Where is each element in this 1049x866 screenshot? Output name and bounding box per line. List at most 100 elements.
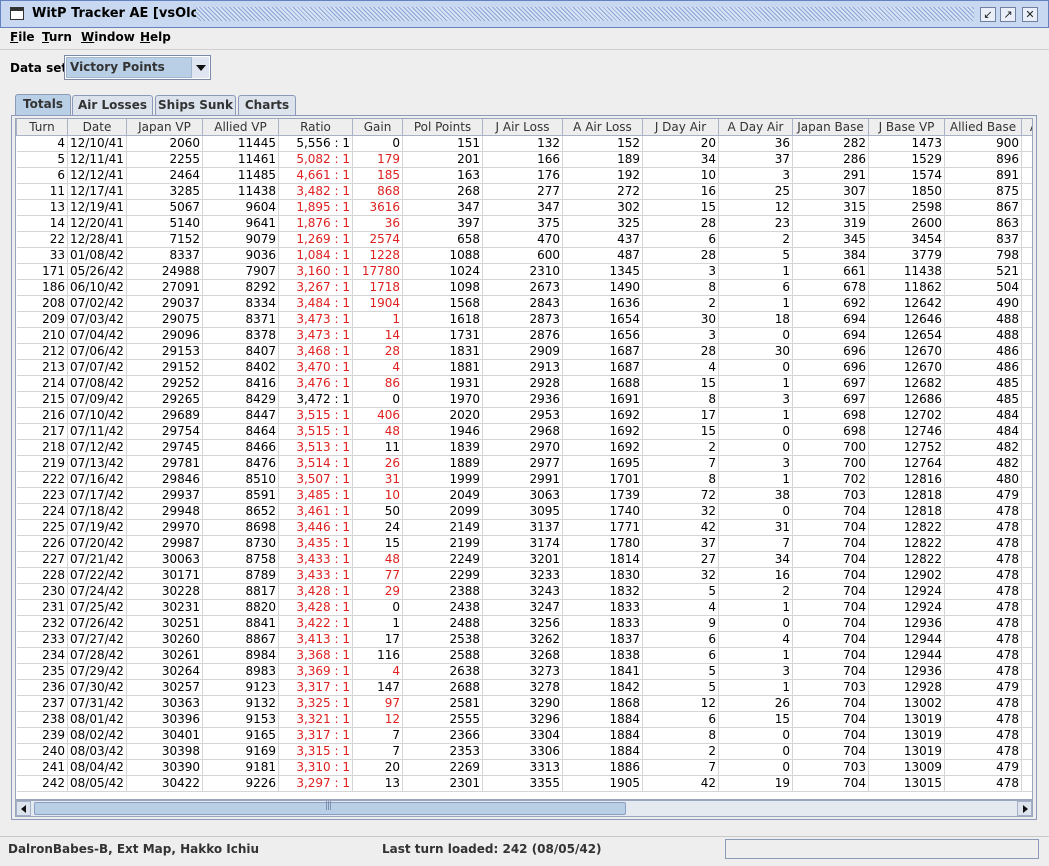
column-header[interactable]: Allied VP <box>202 119 279 136</box>
table-row[interactable]: 218 07/12/42 29745 8466 3,513 : 1 11 1839 2970 1… <box>16 439 1032 456</box>
column-header[interactable]: Japan Base <box>792 119 869 136</box>
table-cell: 0 <box>718 759 793 776</box>
table-cell: 12928 <box>868 679 945 696</box>
column-header[interactable]: Date <box>67 119 127 136</box>
table-row[interactable]: 223 07/17/42 29937 8591 3,485 : 1 10 2049 3063 1… <box>16 487 1032 504</box>
table-cell: 1228 <box>352 247 403 264</box>
table-cell: 478 <box>944 727 1022 744</box>
table-row[interactable]: 186 06/10/42 27091 8292 3,267 : 1 1718 1098 267… <box>16 279 1032 296</box>
table-cell: 12682 <box>868 375 945 392</box>
table-cell <box>1021 327 1032 344</box>
table-cell: 3095 <box>482 503 563 520</box>
close-icon[interactable]: ✕ <box>1022 7 1038 22</box>
table-row[interactable]: 208 07/02/42 29037 8334 3,484 : 1 1904 1568 284… <box>16 295 1032 312</box>
table-row[interactable]: 234 07/28/42 30261 8984 3,368 : 1 116 2588 3268… <box>16 647 1032 664</box>
table-cell: 2913 <box>482 359 563 376</box>
table-cell: 704 <box>792 535 869 552</box>
column-header[interactable]: A Air Loss <box>562 119 643 136</box>
column-header[interactable]: A Day Air <box>718 119 793 136</box>
table-row[interactable]: 241 08/04/42 30390 9181 3,310 : 1 20 2269 3313 1… <box>16 759 1032 776</box>
table-row[interactable]: 215 07/09/42 29265 8429 3,472 : 1 0 1970 2936 16… <box>16 391 1032 408</box>
table-row[interactable]: 240 08/03/42 30398 9169 3,315 : 1 7 2353 3306 18… <box>16 743 1032 760</box>
tab-air-losses[interactable]: Air Losses <box>72 95 153 115</box>
minimize-icon[interactable]: ↙ <box>980 7 996 22</box>
column-header[interactable]: Japan VP <box>126 119 203 136</box>
scroll-right-arrow-icon[interactable] <box>1017 801 1032 816</box>
table-cell: 13019 <box>868 727 945 744</box>
table-row[interactable]: 238 08/01/42 30396 9153 3,321 : 1 12 2555 3296 1… <box>16 711 1032 728</box>
maximize-icon[interactable]: ↗ <box>1000 7 1016 22</box>
table-row[interactable]: 231 07/25/42 30231 8820 3,428 : 1 0 2438 3247 18… <box>16 599 1032 616</box>
table-cell <box>1021 503 1032 520</box>
menu-help[interactable]: Help <box>140 30 171 44</box>
menu-turn[interactable]: Turn <box>42 30 72 44</box>
table-row[interactable]: 227 07/21/42 30063 8758 3,433 : 1 48 2249 3201 1… <box>16 551 1032 568</box>
column-header[interactable]: J Base VP <box>868 119 945 136</box>
table-row[interactable]: 224 07/18/42 29948 8652 3,461 : 1 50 2099 3095 1… <box>16 503 1032 520</box>
table-row[interactable]: 14 12/20/41 5140 9641 1,876 : 1 36 397 375 325 28… <box>16 215 1032 232</box>
table-row[interactable]: 226 07/20/42 29987 8730 3,435 : 1 15 2199 3174 1… <box>16 535 1032 552</box>
table-row[interactable]: 210 07/04/42 29096 8378 3,473 : 1 14 1731 2876 1… <box>16 327 1032 344</box>
menu-window[interactable]: Window <box>81 30 135 44</box>
table-cell: 152 <box>562 135 643 152</box>
table-row[interactable]: 214 07/08/42 29252 8416 3,476 : 1 86 1931 2928 1… <box>16 375 1032 392</box>
table-cell: 704 <box>792 727 869 744</box>
table-cell: 12642 <box>868 295 945 312</box>
table-cell: 3,369 : 1 <box>278 663 353 680</box>
menu-file[interactable]: File <box>10 30 35 44</box>
table-row[interactable]: 213 07/07/42 29152 8402 3,470 : 1 4 1881 2913 16… <box>16 359 1032 376</box>
table-row[interactable]: 33 01/08/42 8337 9036 1,084 : 1 1228 1088 600 48… <box>16 247 1032 264</box>
table-row[interactable]: 242 08/05/42 30422 9226 3,297 : 1 13 2301 3355 1… <box>16 775 1032 792</box>
table-row[interactable]: 6 12/12/41 2464 11485 4,661 : 1 185 163 176 192 1… <box>16 167 1032 184</box>
table-row[interactable]: 236 07/30/42 30257 9123 3,317 : 1 147 2688 3278… <box>16 679 1032 696</box>
table-row[interactable]: 212 07/06/42 29153 8407 3,468 : 1 28 1831 2909 1… <box>16 343 1032 360</box>
table-cell: 29948 <box>126 503 203 520</box>
table-row[interactable]: 230 07/24/42 30228 8817 3,428 : 1 29 2388 3243 1… <box>16 583 1032 600</box>
table-row[interactable]: 171 05/26/42 24988 7907 3,160 : 1 17780 1024 23… <box>16 263 1032 280</box>
table-cell: 704 <box>792 631 869 648</box>
table-row[interactable]: 217 07/11/42 29754 8464 3,515 : 1 48 1946 2968 1… <box>16 423 1032 440</box>
table-row[interactable]: 228 07/22/42 30171 8789 3,433 : 1 77 2299 3233 1… <box>16 567 1032 584</box>
scrollbar-thumb[interactable] <box>34 801 626 815</box>
column-header[interactable]: J Air Loss <box>482 119 563 136</box>
table-row[interactable]: 232 07/26/42 30251 8841 3,422 : 1 1 2488 3256 18… <box>16 615 1032 632</box>
table-row[interactable]: 235 07/29/42 30264 8983 3,369 : 1 4 2638 3273 18… <box>16 663 1032 680</box>
table-row[interactable]: 222 07/16/42 29846 8510 3,507 : 1 31 1999 2991 1… <box>16 471 1032 488</box>
table-row[interactable]: 209 07/03/42 29075 8371 3,473 : 1 1 1618 2873 16… <box>16 311 1032 328</box>
table-cell: 14 <box>352 327 403 344</box>
table-cell: 479 <box>944 679 1022 696</box>
tab-totals[interactable]: Totals <box>15 94 71 115</box>
table-cell <box>1021 455 1032 472</box>
table-row[interactable]: 216 07/10/42 29689 8447 3,515 : 1 406 2020 2953… <box>16 407 1032 424</box>
column-header[interactable]: J Day Air <box>642 119 719 136</box>
table-cell: 1 <box>352 615 403 632</box>
table-row[interactable]: 239 08/02/42 30401 9165 3,317 : 1 7 2366 3304 18… <box>16 727 1032 744</box>
totals-table-viewport[interactable]: Turn Date Japan VP Allied VP Ratio Gain Pol Po… <box>15 118 1033 800</box>
scroll-left-arrow-icon[interactable] <box>16 801 31 816</box>
table-row[interactable]: 237 07/31/42 30363 9132 3,325 : 1 97 2581 3290 1… <box>16 695 1032 712</box>
table-row[interactable]: 4 12/10/41 2060 11445 5,556 : 1 0 151 132 152 20 3… <box>16 135 1032 152</box>
column-header[interactable]: Turn <box>16 119 68 136</box>
column-header[interactable]: A <box>1021 119 1032 136</box>
table-cell: 3268 <box>482 647 563 664</box>
tab-ships-sunk[interactable]: Ships Sunk <box>155 95 236 115</box>
table-row[interactable]: 219 07/13/42 29781 8476 3,514 : 1 26 1889 2977 1… <box>16 455 1032 472</box>
table-cell: 37 <box>642 535 719 552</box>
column-header[interactable]: Ratio <box>278 119 353 136</box>
tab-charts[interactable]: Charts <box>238 95 296 115</box>
column-header[interactable]: Pol Points <box>402 119 483 136</box>
table-row[interactable]: 225 07/19/42 29970 8698 3,446 : 1 24 2149 3137 1… <box>16 519 1032 536</box>
table-row[interactable]: 5 12/11/41 2255 11461 5,082 : 1 179 201 166 189 3… <box>16 151 1032 168</box>
column-header[interactable]: Allied Base <box>944 119 1022 136</box>
table-cell: 16 <box>642 183 719 200</box>
dataset-dropdown[interactable]: Victory Points <box>64 55 211 80</box>
table-row[interactable]: 22 12/28/41 7152 9079 1,269 : 1 2574 658 470 437… <box>16 231 1032 248</box>
table-cell <box>1021 535 1032 552</box>
chevron-down-icon[interactable] <box>191 57 209 78</box>
table-row[interactable]: 13 12/19/41 5067 9604 1,895 : 1 3616 347 347 302… <box>16 199 1032 216</box>
column-header[interactable]: Gain <box>352 119 403 136</box>
horizontal-scrollbar[interactable] <box>15 800 1033 817</box>
table-row[interactable]: 11 12/17/41 3285 11438 3,482 : 1 868 268 277 272… <box>16 183 1032 200</box>
table-cell: 8 <box>642 727 719 744</box>
table-row[interactable]: 233 07/27/42 30260 8867 3,413 : 1 17 2538 3262 1… <box>16 631 1032 648</box>
